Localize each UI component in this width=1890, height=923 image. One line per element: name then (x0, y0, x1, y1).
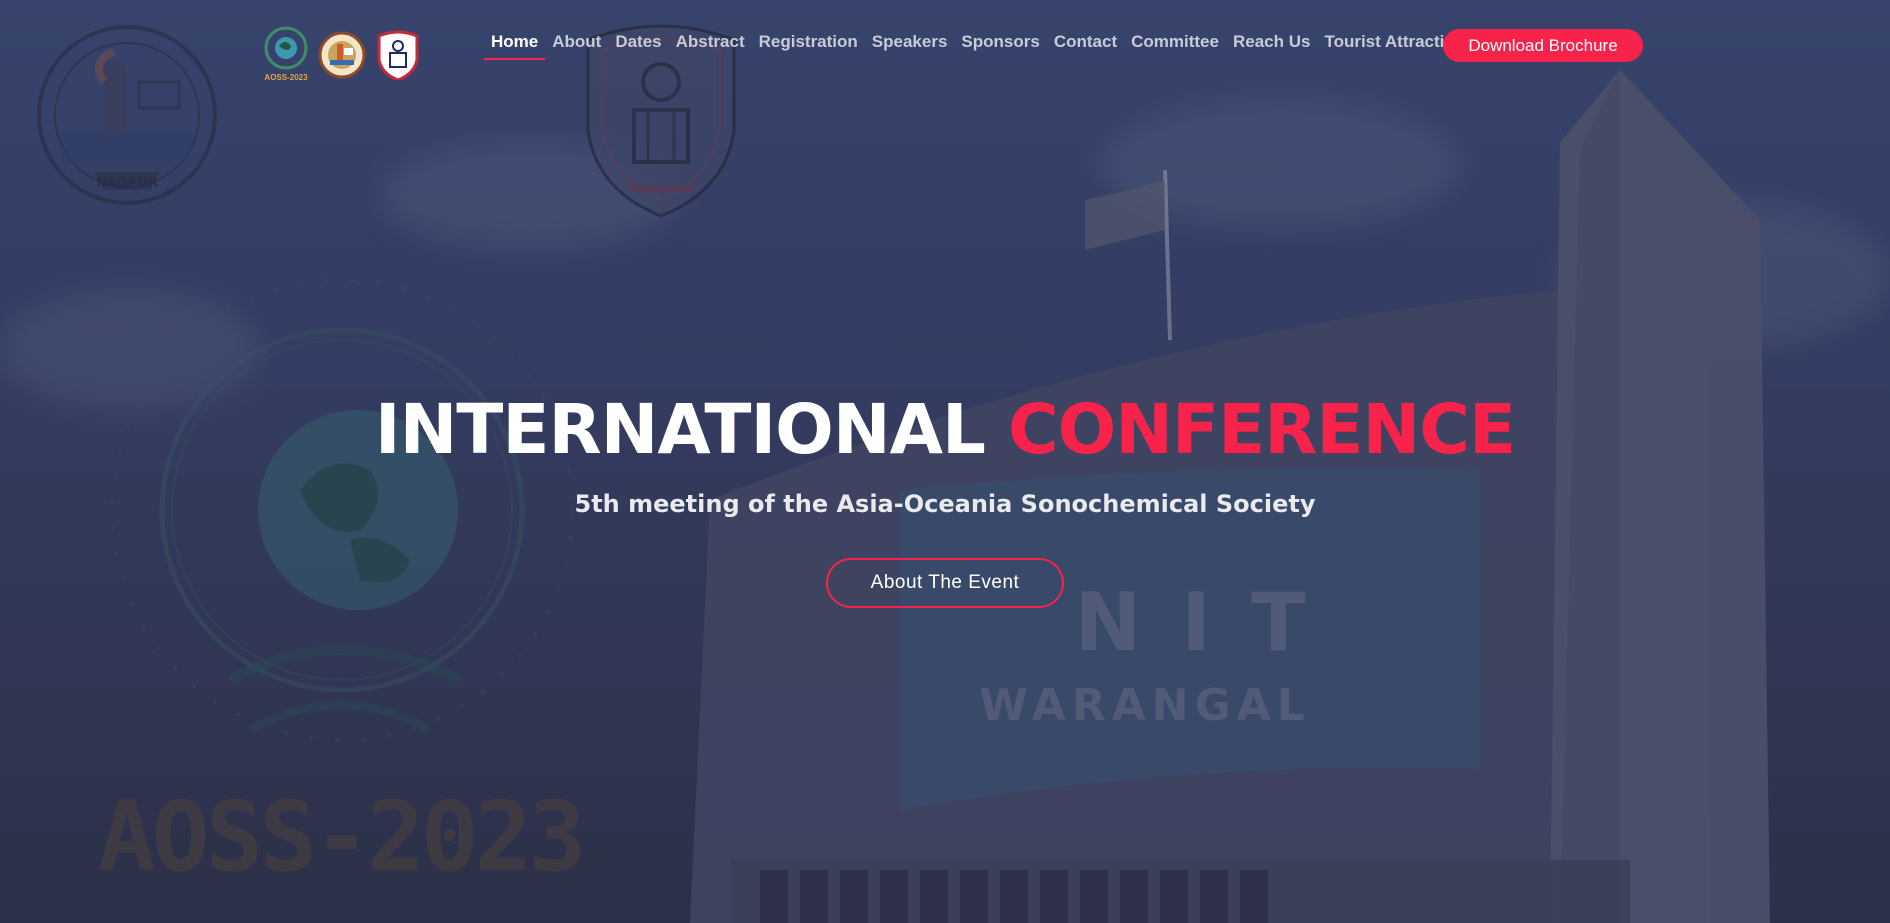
hero-title-part1: INTERNATIONAL (374, 390, 986, 470)
nav-item-registration[interactable]: Registration (752, 32, 865, 52)
hero-section: NAGPUR WARANGAL AOSS-2023 NIT WARANGAL A… (0, 0, 1890, 923)
top-navbar: AOSS-2023 Home About Dates Abstract Regi… (0, 0, 1890, 90)
vnit-logo-icon[interactable] (318, 30, 366, 80)
hero-subtitle: 5th meeting of the Asia-Oceania Sonochem… (574, 490, 1316, 518)
nav-item-dates[interactable]: Dates (608, 32, 668, 52)
partner-logos: AOSS-2023 (262, 26, 422, 82)
nav-item-abstract[interactable]: Abstract (669, 32, 752, 52)
main-nav: Home About Dates Abstract Registration S… (484, 32, 1472, 60)
hero-title: INTERNATIONAL CONFERENCE (0, 390, 1890, 470)
nav-item-contact[interactable]: Contact (1047, 32, 1124, 52)
download-brochure-button[interactable]: Download Brochure (1443, 29, 1643, 62)
aoss-2023-logo-icon[interactable]: AOSS-2023 (262, 26, 310, 82)
nav-item-sponsors[interactable]: Sponsors (954, 32, 1046, 52)
nav-item-reach-us[interactable]: Reach Us (1226, 32, 1317, 52)
about-event-button[interactable]: About The Event (826, 558, 1064, 608)
nav-item-about[interactable]: About (545, 32, 608, 52)
hero-title-part2: CONFERENCE (1007, 390, 1516, 470)
nitw-logo-icon[interactable] (374, 30, 422, 80)
nav-item-speakers[interactable]: Speakers (865, 32, 955, 52)
hero-content: INTERNATIONAL CONFERENCE 5th meeting of … (0, 390, 1890, 608)
aoss-logo-caption: AOSS-2023 (264, 73, 308, 82)
nav-item-home[interactable]: Home (484, 32, 546, 60)
nav-item-committee[interactable]: Committee (1124, 32, 1226, 52)
